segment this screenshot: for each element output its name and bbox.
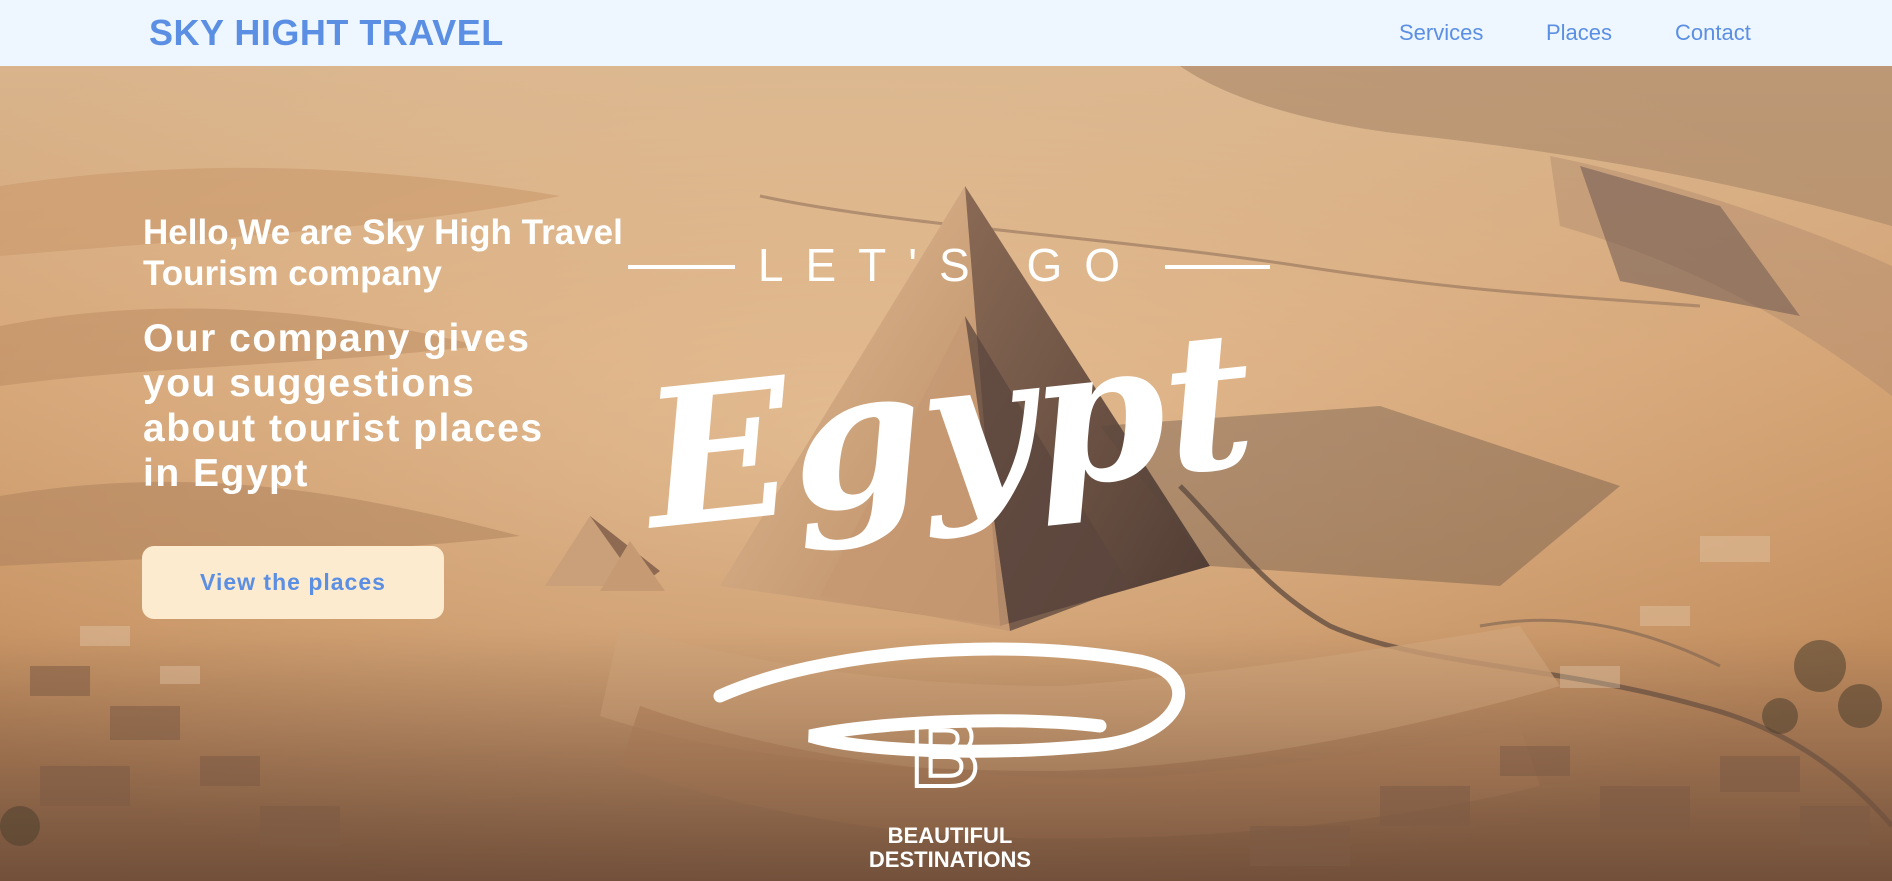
hero-greeting: Hello,We are Sky High Travel Tourism com…: [143, 213, 623, 293]
navbar: SKY HIGHT TRAVEL Services Places Contact: [0, 0, 1892, 66]
page: SKY HIGHT TRAVEL Services Places Contact: [0, 0, 1892, 881]
nav-link-contact[interactable]: Contact: [1675, 20, 1751, 46]
brand-logo-text[interactable]: SKY HIGHT TRAVEL: [149, 12, 504, 54]
logo-line-2: DESTINATIONS: [868, 847, 1032, 872]
nav-link-places[interactable]: Places: [1546, 20, 1612, 46]
hero-description: Our company gives you suggestions about …: [143, 317, 544, 495]
logo-line-1: BEAUTIFUL: [887, 823, 1013, 848]
view-places-button[interactable]: View the places: [142, 546, 444, 619]
nav-link-services[interactable]: Services: [1399, 20, 1483, 46]
logo-caption: BEAUTIFUL DESTINATIONS: [820, 824, 1080, 872]
hero-section: LET'S GO Egypt B BEAUTIFUL DESTINATIONS …: [0, 66, 1892, 881]
